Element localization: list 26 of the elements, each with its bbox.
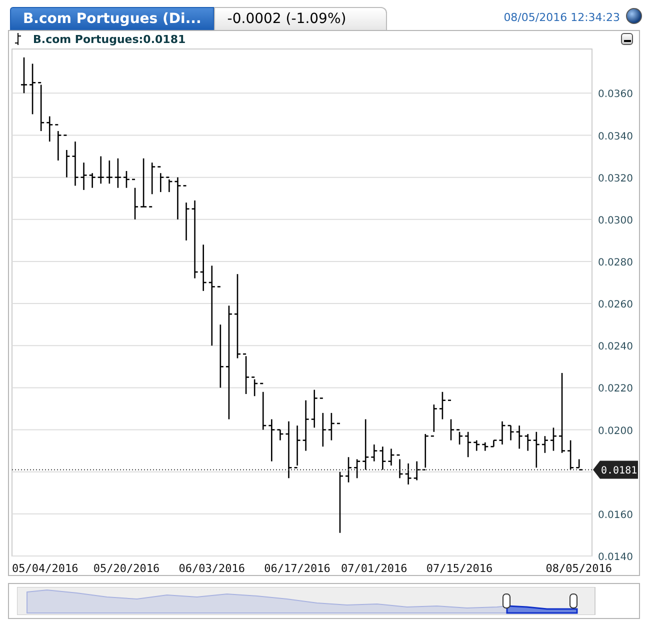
y-axis-label: 0.0280 [598,257,633,268]
legend-label: B.com Portugues:0.0181 [33,32,186,46]
y-axis-label: 0.0160 [598,510,633,521]
y-axis-label: 0.0320 [598,173,633,184]
y-axis-label: 0.0140 [598,552,633,563]
minimize-button[interactable] [621,33,633,45]
globe-icon[interactable] [626,8,642,24]
timestamp: 08/05/2016 12:34:23 [504,11,620,24]
x-axis-label: 08/05/2016 [546,562,612,575]
y-axis-label: 0.0260 [598,300,633,311]
x-axis-label: 07/01/2016 [341,562,408,575]
x-axis-label: 07/15/2016 [426,562,493,575]
ohlc-icon [15,33,21,45]
y-axis-label: 0.0300 [598,215,633,226]
y-axis-label: 0.0360 [598,89,633,100]
y-axis-label: 0.0340 [598,131,633,142]
x-axis-label: 05/20/2016 [93,562,160,575]
price-tag: 0.0181 [593,460,638,479]
tab[interactable]: B.com Portugues (Di... [10,7,214,30]
x-axis-label: 05/04/2016 [12,562,78,575]
y-axis-label: 0.0200 [598,426,633,437]
y-axis-label: 0.0240 [598,342,633,353]
y-axis-label: 0.0220 [598,384,633,395]
tab[interactable]: -0.0002 (-1.09%) [214,7,388,30]
x-axis-label: 06/17/2016 [264,562,330,575]
x-axis-label: 06/03/2016 [178,562,245,575]
